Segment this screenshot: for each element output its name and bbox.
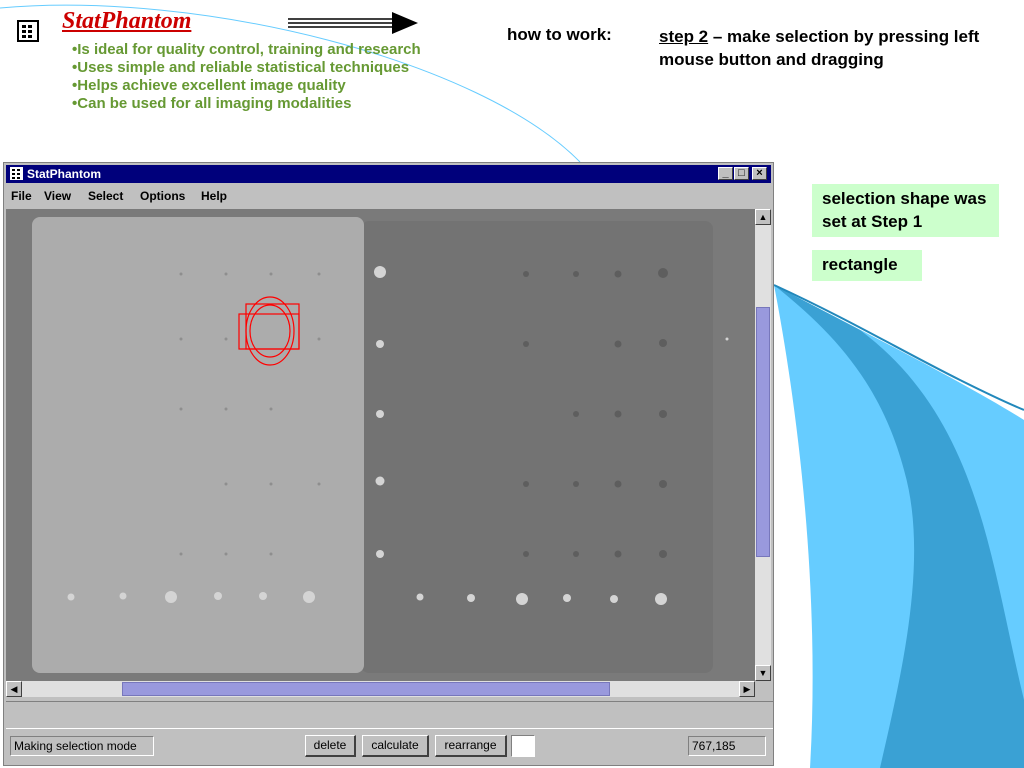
horizontal-scroll-thumb[interactable] <box>122 682 610 696</box>
vertical-scrollbar[interactable]: ▲ ▼ <box>755 209 771 681</box>
maximize-button[interactable]: □ <box>734 167 749 180</box>
statphantom-window: StatPhantom _ □ × File View Select Optio… <box>3 162 774 766</box>
bullet-item: Helps achieve excellent image quality <box>72 77 421 95</box>
vertical-scroll-thumb[interactable] <box>756 307 770 557</box>
step-text: – make selection by pressing left mouse … <box>659 27 980 69</box>
status-text: Making selection mode <box>10 736 154 756</box>
how-to-work-label: how to work: <box>495 22 638 52</box>
coordinate-readout: 767,185 <box>688 736 766 756</box>
bullet-item: Is ideal for quality control, training a… <box>72 41 420 59</box>
scroll-up-arrow-icon[interactable]: ▲ <box>755 209 771 225</box>
bullet-item: Uses simple and reliable statistical tec… <box>72 59 421 77</box>
menu-options[interactable]: Options <box>140 189 185 203</box>
slide-title: StatPhantom <box>62 8 192 34</box>
selection-shape-note: selection shape was set at Step 1 <box>812 184 999 237</box>
separator-panel <box>6 701 773 729</box>
menu-select[interactable]: Select <box>88 189 123 203</box>
color-swatch[interactable] <box>511 735 535 757</box>
phantom-image[interactable] <box>6 209 755 681</box>
image-viewport[interactable] <box>6 209 755 681</box>
window-title: StatPhantom <box>27 167 102 181</box>
app-grid-icon <box>10 167 23 180</box>
scroll-right-arrow-icon[interactable]: ▶ <box>739 681 755 697</box>
menu-bar: File View Select Options Help <box>6 185 771 207</box>
calculate-button[interactable]: calculate <box>362 735 429 757</box>
menu-file[interactable]: File <box>11 189 32 203</box>
grid-logo-icon <box>17 20 39 42</box>
menu-view[interactable]: View <box>44 189 71 203</box>
horizontal-scrollbar[interactable]: ◀ ▶ <box>6 681 755 697</box>
step-number: step 2 <box>659 27 709 46</box>
scroll-down-arrow-icon[interactable]: ▼ <box>755 665 771 681</box>
menu-help[interactable]: Help <box>201 189 227 203</box>
window-titlebar[interactable]: StatPhantom _ □ × <box>6 165 771 183</box>
bullet-item: Can be used for all imaging modalities <box>72 95 421 113</box>
rearrange-button[interactable]: rearrange <box>435 735 507 757</box>
selection-shape-value: rectangle <box>812 250 922 281</box>
right-arrow-icon <box>288 12 418 34</box>
minimize-button[interactable]: _ <box>718 167 733 180</box>
scroll-left-arrow-icon[interactable]: ◀ <box>6 681 22 697</box>
feature-bullet-list: Is ideal for quality control, training a… <box>72 41 421 113</box>
close-button[interactable]: × <box>752 167 767 180</box>
delete-button[interactable]: delete <box>305 735 356 757</box>
step-instruction: step 2 – make selection by pressing left… <box>648 22 1012 74</box>
